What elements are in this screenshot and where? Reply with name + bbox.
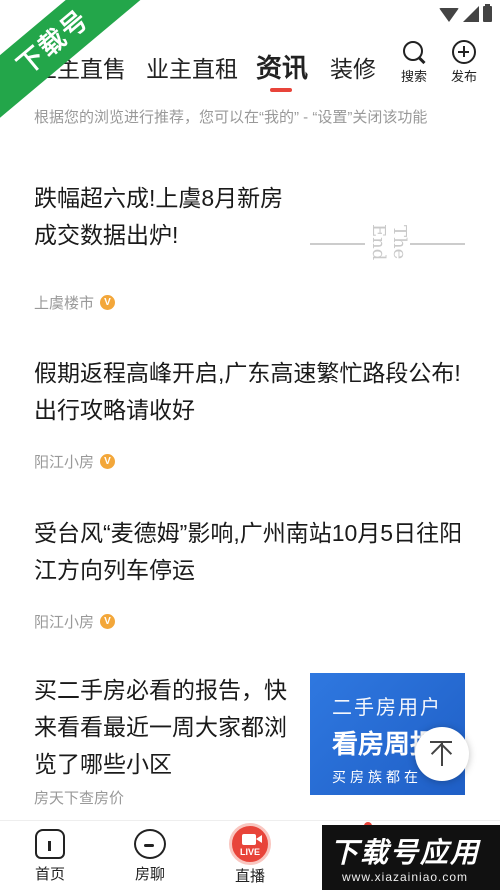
nav-live-label: 直播 xyxy=(234,868,265,885)
signal-icon xyxy=(463,6,479,22)
verified-icon: V xyxy=(100,295,116,310)
divider-line xyxy=(410,243,465,245)
recommendation-notice: 根据您的浏览进行推荐，您可以在“我的” - “设置”关闭该功能 xyxy=(34,109,428,126)
article-thumbnail[interactable]: The End xyxy=(310,190,465,295)
verified-icon: V xyxy=(100,454,116,469)
search-label: 搜索 xyxy=(400,69,427,84)
article-meta: 上虞楼市 V xyxy=(34,292,294,313)
article-item[interactable]: 买二手房必看的报告，快来看看最近一周大家都浏览了哪些小区 房天下查房价 xyxy=(34,672,294,808)
plus-circle-icon xyxy=(452,40,476,64)
article-title[interactable]: 跌幅超六成!上虞8月新房成交数据出炉! xyxy=(34,180,294,254)
article-meta: 阳江小房 V xyxy=(34,611,464,632)
article-source: 阳江小房 xyxy=(34,454,95,471)
article-title[interactable]: 买二手房必看的报告，快来看看最近一周大家都浏览了哪些小区 xyxy=(34,672,294,783)
live-camera-icon: LIVE xyxy=(229,823,271,865)
article-title[interactable]: 受台风“麦德姆”影响,广州南站10月5日往阳江方向列车停运 xyxy=(34,515,464,589)
back-to-top-button[interactable] xyxy=(415,727,469,781)
status-icons xyxy=(439,4,492,22)
tab-owner-rent[interactable]: 业主直租 xyxy=(146,50,238,84)
article-meta: 房天下查房价 xyxy=(34,787,294,808)
article-source: 房天下查房价 xyxy=(34,790,125,807)
tab-owner-sale[interactable]: 业主直售 xyxy=(34,50,126,84)
publish-label: 发布 xyxy=(450,69,477,84)
article-item[interactable]: 跌幅超六成!上虞8月新房成交数据出炉! 上虞楼市 V xyxy=(34,180,294,313)
watermark-title: 下载号应用 xyxy=(330,837,481,868)
nav-home-label: 首页 xyxy=(34,866,65,883)
tab-decoration[interactable]: 装修 xyxy=(330,50,376,84)
top-tab-bar: 业主直售 业主直租 资讯 装修 搜索 发布 xyxy=(0,38,500,98)
search-icon xyxy=(402,40,426,64)
article-source: 上虞楼市 xyxy=(34,295,95,312)
live-badge: LIVE xyxy=(239,847,260,857)
wifi-icon xyxy=(439,8,459,22)
home-icon xyxy=(35,829,65,859)
thumbnail-line-1: 二手房用户 xyxy=(332,697,442,719)
nav-chat-label: 房聊 xyxy=(134,866,165,883)
thumbnail-text: The End xyxy=(368,224,410,261)
article-source: 阳江小房 xyxy=(34,614,95,631)
footer-watermark: 下载号应用 www.xiazainiao.com xyxy=(322,825,500,890)
article-item[interactable]: 受台风“麦德姆”影响,广州南站10月5日往阳江方向列车停运 阳江小房 V xyxy=(34,515,464,632)
tab-news[interactable]: 资讯 xyxy=(256,48,308,85)
article-meta: 阳江小房 V xyxy=(34,451,464,472)
nav-chat[interactable]: 房聊 xyxy=(120,829,180,884)
camera-icon xyxy=(242,834,262,845)
battery-icon xyxy=(483,4,492,22)
divider-line xyxy=(310,243,365,245)
nav-home[interactable]: 首页 xyxy=(20,829,80,884)
nav-live[interactable]: LIVE 直播 xyxy=(220,823,280,886)
active-tab-indicator xyxy=(270,88,292,92)
verified-icon: V xyxy=(100,614,116,629)
search-button[interactable]: 搜索 xyxy=(394,40,434,85)
status-bar xyxy=(0,0,500,30)
watermark-url: www.xiazainiao.com xyxy=(342,870,469,884)
arrow-up-icon xyxy=(430,742,453,765)
chat-icon xyxy=(134,829,166,859)
article-item[interactable]: 假期返程高峰开启,广东高速繁忙路段公布!出行攻略请收好 阳江小房 V xyxy=(34,355,464,472)
publish-button[interactable]: 发布 xyxy=(444,40,484,85)
article-title[interactable]: 假期返程高峰开启,广东高速繁忙路段公布!出行攻略请收好 xyxy=(34,355,464,429)
